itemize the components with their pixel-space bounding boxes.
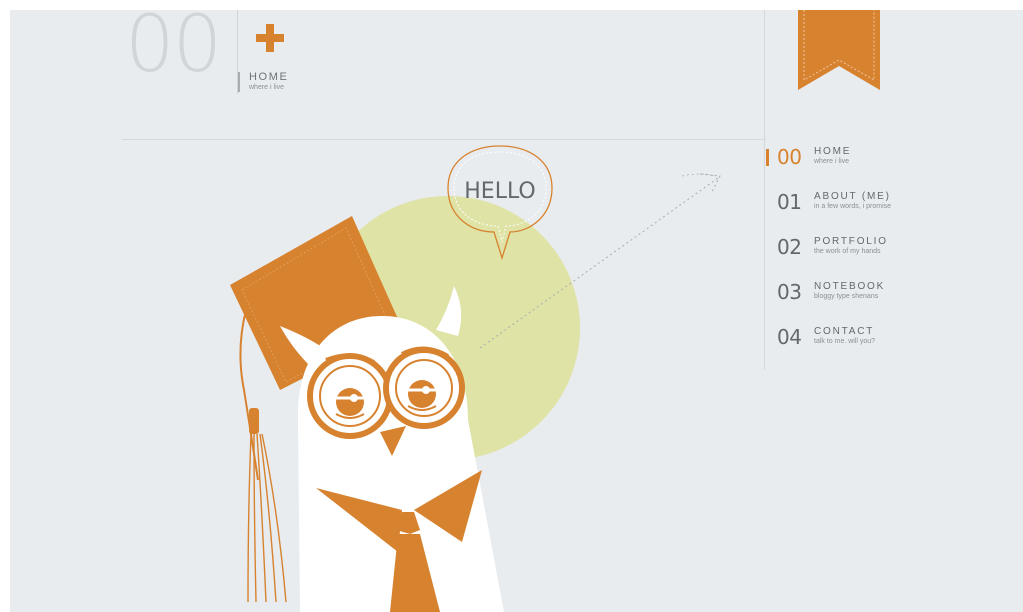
plus-icon[interactable] [252,20,288,56]
nav-subtitle: the work of my hands [814,248,881,255]
nav-number: 04 [777,325,802,349]
nav-number: 02 [777,235,802,259]
header-marker [238,72,240,92]
nav-item-home[interactable]: 00 HOME where i live [766,144,1006,178]
nav-label: CONTACT [814,326,875,337]
nav-item-portfolio[interactable]: 02 PORTFOLIO the work of my hands [766,234,1006,268]
page-number: 00 [125,10,222,90]
page-canvas: HELLO 00 HOME where i live 00 HOME where… [10,10,1023,612]
nav-label: HOME [814,146,852,157]
active-indicator [766,149,769,166]
nav-label: PORTFOLIO [814,236,888,247]
nav-item-contact[interactable]: 04 CONTACT talk to me. will you? [766,324,1006,358]
page-subtitle: where i live [249,84,285,91]
nav-number: 00 [777,145,802,169]
nav-subtitle: talk to me. will you? [814,338,876,345]
nav-subtitle: where i live [814,158,850,165]
nav-label: NOTEBOOK [814,281,886,292]
vertical-divider [764,10,765,370]
bookmark-ribbon-icon [798,10,880,90]
nav-subtitle: bloggy type shenans [814,293,879,300]
horizontal-divider [122,139,766,140]
nav-label: ABOUT (ME) [814,191,891,202]
owl-illustration: HELLO [230,145,721,612]
nav-item-about[interactable]: 01 ABOUT (ME) in a few words, i promise [766,189,1006,223]
nav-number: 01 [777,190,802,214]
nav-item-notebook[interactable]: 03 NOTEBOOK bloggy type shenans [766,279,1006,313]
page-title: HOME [249,71,289,83]
nav-number: 03 [777,280,802,304]
hello-text: HELLO [464,179,536,204]
nav-subtitle: in a few words, i promise [814,203,892,210]
